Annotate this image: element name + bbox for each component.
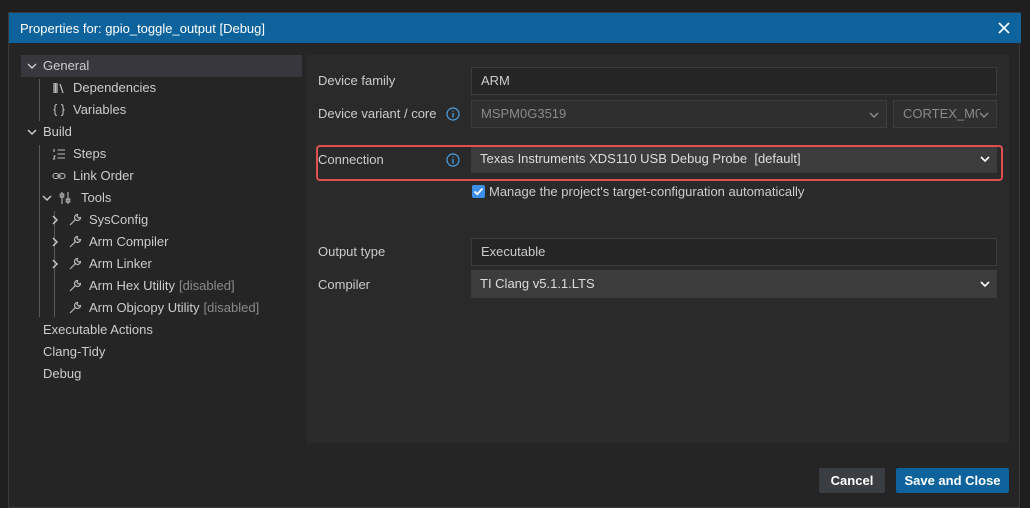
dialog-titlebar: Properties for: gpio_toggle_output [Debu… xyxy=(9,13,1021,43)
tree-item-link-order[interactable]: Link Order xyxy=(21,165,302,187)
general-settings-panel: Device family ARM Device variant / core … xyxy=(306,55,1009,443)
tree-item-label: Link Order xyxy=(73,168,134,183)
tree-item-arm-linker[interactable]: Arm Linker xyxy=(21,253,302,275)
link-icon xyxy=(52,172,66,180)
device-variant-label: Device variant / core xyxy=(318,106,437,121)
tree-item-label: Arm Linker xyxy=(89,256,152,271)
tree-item-name: Arm Objcopy Utility xyxy=(89,300,200,315)
tree-item-build[interactable]: Build xyxy=(21,121,302,143)
output-type-field[interactable]: Executable xyxy=(471,238,997,266)
cancel-button[interactable]: Cancel xyxy=(819,468,885,493)
tools-icon xyxy=(59,192,71,204)
device-family-field[interactable]: ARM xyxy=(471,67,997,95)
tree-item-label: Clang-Tidy xyxy=(43,344,106,359)
tree-item-label: Build xyxy=(43,124,72,139)
tree-item-label: Dependencies xyxy=(73,80,157,95)
tree-item-variables[interactable]: Variables xyxy=(21,99,302,121)
chevron-right-icon[interactable] xyxy=(49,236,61,248)
tree-item-arm-compiler[interactable]: Arm Compiler xyxy=(21,231,302,253)
info-icon[interactable] xyxy=(446,153,460,167)
wrench-icon xyxy=(69,301,82,314)
wrench-icon xyxy=(69,213,82,226)
settings-tree: General Dependencies Variables Build Ste… xyxy=(21,55,302,415)
close-icon[interactable] xyxy=(995,19,1013,37)
compiler-select[interactable]: TI Clang v5.1.1.LTS xyxy=(471,270,997,298)
tree-item-label: Steps xyxy=(73,146,107,161)
compiler-value: TI Clang v5.1.1.LTS xyxy=(480,276,595,291)
device-variant-value: MSPM0G3519 xyxy=(481,106,567,121)
tree-item-name: Arm Hex Utility xyxy=(89,278,175,293)
wrench-icon xyxy=(69,257,82,270)
tree-item-tools[interactable]: Tools xyxy=(21,187,302,209)
connection-select[interactable]: Texas Instruments XDS110 USB Debug Probe… xyxy=(471,145,997,173)
chevron-down-icon[interactable] xyxy=(26,126,38,138)
tree-item-sysconfig[interactable]: SysConfig xyxy=(21,209,302,231)
wrench-icon xyxy=(69,235,82,248)
tree-item-label: Executable Actions xyxy=(43,322,153,337)
chevron-down-icon xyxy=(980,156,990,163)
tree-item-arm-hex-utility[interactable]: Arm Hex Utility [disabled] xyxy=(21,275,302,297)
tree-item-arm-objcopy-utility[interactable]: Arm Objcopy Utility [disabled] xyxy=(21,297,302,319)
tree-item-general[interactable]: General xyxy=(21,55,302,77)
tree-item-label: Arm Objcopy Utility [disabled] xyxy=(89,297,259,319)
library-icon xyxy=(53,83,64,94)
tree-item-label: Arm Compiler xyxy=(89,234,169,249)
tree-item-label: Debug xyxy=(43,366,82,381)
device-variant-select[interactable]: MSPM0G3519 xyxy=(471,100,887,128)
compiler-label: Compiler xyxy=(318,277,371,292)
device-family-label: Device family xyxy=(318,73,396,88)
tree-item-label: General xyxy=(43,58,90,73)
checkbox-checked[interactable] xyxy=(472,185,485,198)
tree-item-debug[interactable]: Debug xyxy=(21,363,302,385)
chevron-down-icon[interactable] xyxy=(26,60,38,72)
properties-dialog: Properties for: gpio_toggle_output [Debu… xyxy=(8,12,1021,508)
wrench-icon xyxy=(69,279,82,292)
connection-value: Texas Instruments XDS110 USB Debug Probe… xyxy=(480,151,801,166)
output-type-label: Output type xyxy=(318,244,386,259)
save-and-close-button[interactable]: Save and Close xyxy=(896,468,1009,493)
braces-icon xyxy=(53,103,65,117)
list-ordered-icon xyxy=(52,149,65,160)
chevron-right-icon[interactable] xyxy=(49,258,61,270)
tree-item-label: Variables xyxy=(73,102,127,117)
dialog-title: Properties for: gpio_toggle_output [Debu… xyxy=(20,21,266,36)
connection-label: Connection xyxy=(318,152,384,167)
manage-config-label: Manage the project's target-configuratio… xyxy=(489,184,805,199)
check-icon xyxy=(473,187,484,196)
core-select[interactable]: CORTEX_M0 xyxy=(893,100,997,128)
tree-item-clang-tidy[interactable]: Clang-Tidy xyxy=(21,341,302,363)
info-icon[interactable] xyxy=(446,107,460,121)
tree-item-dependencies[interactable]: Dependencies xyxy=(21,77,302,99)
disabled-badge: [disabled] xyxy=(203,300,260,315)
chevron-down-icon xyxy=(978,110,990,120)
disabled-badge: [disabled] xyxy=(178,278,235,293)
core-value: CORTEX_M0 xyxy=(903,106,983,121)
tree-item-label: Tools xyxy=(81,190,112,205)
tree-item-executable-actions[interactable]: Executable Actions xyxy=(21,319,302,341)
chevron-down-icon[interactable] xyxy=(41,192,53,204)
chevron-down-icon xyxy=(869,112,879,119)
tree-item-steps[interactable]: Steps xyxy=(21,143,302,165)
chevron-right-icon[interactable] xyxy=(49,214,61,226)
chevron-down-icon xyxy=(980,281,990,288)
tree-item-label: Arm Hex Utility [disabled] xyxy=(89,275,235,297)
tree-item-label: SysConfig xyxy=(89,212,149,227)
